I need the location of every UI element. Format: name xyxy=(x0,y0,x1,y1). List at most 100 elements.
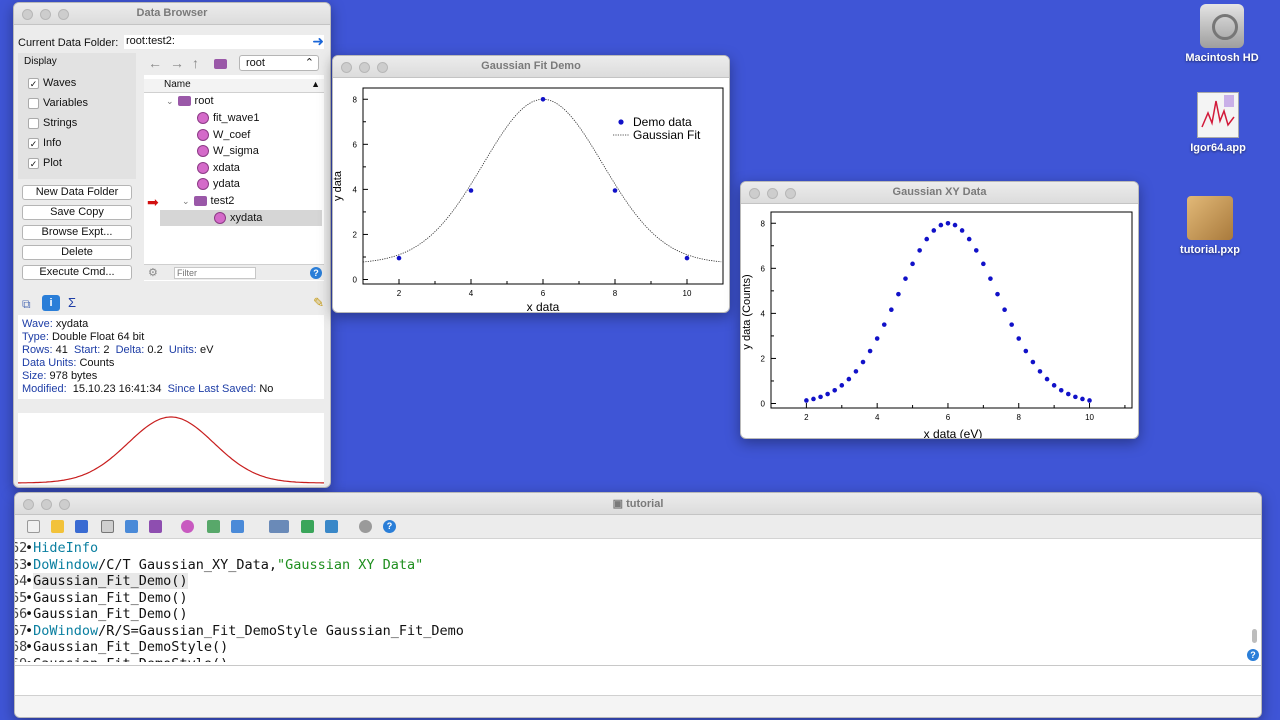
code-text: HideInfo xyxy=(33,540,98,556)
info-checkbox[interactable]: ✓ Info xyxy=(28,137,61,149)
waves-checkbox[interactable]: ✓ Waves xyxy=(28,77,76,89)
sort-up-icon[interactable]: ▲ xyxy=(311,79,320,89)
save-icon[interactable] xyxy=(75,520,88,533)
tree-item-w-sigma[interactable]: W_sigma xyxy=(197,143,259,159)
help-icon[interactable]: ? xyxy=(383,520,396,533)
data-point xyxy=(684,255,690,261)
bullet: • xyxy=(25,540,34,556)
command-line-input[interactable] xyxy=(15,665,1261,695)
data-browser-titlebar[interactable]: Data Browser xyxy=(14,3,330,25)
layout-icon[interactable] xyxy=(207,520,220,533)
print-icon[interactable] xyxy=(101,520,114,533)
browse-expt-button[interactable]: Browse Expt... xyxy=(22,225,132,240)
tree-item-w-coef[interactable]: W_coef xyxy=(197,127,250,143)
plot-checkbox[interactable]: ✓ Plot xyxy=(28,157,62,169)
fit-demo-titlebar[interactable]: Gaussian Fit Demo xyxy=(333,56,729,78)
tree-item-root[interactable]: ⌄ root xyxy=(166,93,214,109)
code-line[interactable]: 64•Gaussian_Fit_Demo() xyxy=(15,573,1251,590)
y-tick-label: 8 xyxy=(761,219,766,228)
pencil-icon[interactable]: ✎ xyxy=(313,295,324,311)
import-icon[interactable] xyxy=(301,520,314,533)
window-icon[interactable] xyxy=(231,520,244,533)
new-document-icon[interactable] xyxy=(27,520,40,533)
filter-bar: ⚙ ? xyxy=(144,264,324,280)
help-icon[interactable]: ? xyxy=(1247,649,1259,661)
x-tick-label: 2 xyxy=(397,289,402,298)
info-tab-icon[interactable]: i xyxy=(42,295,60,311)
variables-checkbox[interactable]: Variables xyxy=(28,97,88,109)
data-point xyxy=(917,248,922,253)
gear-icon[interactable]: ⚙ xyxy=(148,266,158,279)
current-folder-path[interactable]: root:test2: xyxy=(124,35,324,49)
data-point xyxy=(1016,336,1022,341)
code-line[interactable]: 63•DoWindow/C/T Gaussian_XY_Data,"Gaussi… xyxy=(15,557,1251,574)
desktop-icon-igor64[interactable]: Igor64.app xyxy=(1173,92,1263,154)
xy-data-titlebar[interactable]: Gaussian XY Data xyxy=(741,182,1138,204)
checkbox-check-icon: ✓ xyxy=(28,137,39,149)
graph-icon[interactable] xyxy=(149,520,162,533)
code-text: Gaussian_Fit_DemoStyle() xyxy=(33,639,228,655)
history-code-area[interactable]: 62•HideInfo63•DoWindow/C/T Gaussian_XY_D… xyxy=(15,540,1251,662)
execute-cmd-button[interactable]: Execute Cmd... xyxy=(22,265,132,280)
xy-data-plot[interactable]: 2 4 6 8 10 0 2 4 6 8 x data (eV) y data (Counts) xyxy=(741,204,1139,439)
table-icon[interactable] xyxy=(125,520,138,533)
tree-item-xdata[interactable]: xdata xyxy=(197,160,240,176)
code-line[interactable]: 62•HideInfo xyxy=(15,540,1251,557)
copy-icon[interactable]: ⧉ xyxy=(22,297,31,312)
tree-item-fit-wave1[interactable]: fit_wave1 xyxy=(197,110,259,126)
up-arrow-icon[interactable]: ↑ xyxy=(192,55,199,71)
tutorial-titlebar[interactable]: ▣ tutorial xyxy=(15,493,1261,515)
disclosure-open-icon[interactable]: ⌄ xyxy=(182,196,190,207)
fit-demo-plot[interactable]: 2 4 6 8 10 0 2 4 6 8 Demo data Gaussian Fit x dat… xyxy=(333,78,730,313)
gaussian-xy-data-window: Gaussian XY Data 2 4 6 8 10 0 2 4 6 8 x data (eV)… xyxy=(740,181,1139,439)
help-icon[interactable]: ? xyxy=(310,267,322,279)
window-menu-icon[interactable] xyxy=(269,520,289,533)
code-text: DoWindow/R/S=Gaussian_Fit_DemoStyle Gaus… xyxy=(33,623,464,639)
display-panel: Display ✓ Waves Variables Strings ✓ Info ✓… xyxy=(18,53,136,179)
data-point xyxy=(931,228,937,233)
gear-icon[interactable] xyxy=(359,520,372,533)
wave-info-panel: Wave: xydata Type: Double Float 64 bit R… xyxy=(18,315,324,399)
code-rest: Gaussian_Fit_DemoStyle() xyxy=(33,639,229,655)
preview-curve-svg xyxy=(18,416,324,484)
code-line[interactable]: 68•Gaussian_Fit_DemoStyle() xyxy=(15,639,1251,656)
code-line[interactable]: 65•Gaussian_Fit_Demo() xyxy=(15,590,1251,607)
data-point xyxy=(910,261,915,267)
tutorial-window: ▣ tutorial ? 62•HideInfo63•DoWindow/C/T … xyxy=(14,492,1262,718)
data-point xyxy=(1009,322,1014,327)
igor-app-graphic xyxy=(1201,95,1235,128)
open-folder-icon[interactable] xyxy=(51,520,64,533)
wave-icon[interactable] xyxy=(181,520,194,533)
code-line[interactable]: 67•DoWindow/R/S=Gaussian_Fit_DemoStyle G… xyxy=(15,623,1251,640)
folder-icon[interactable] xyxy=(214,59,227,69)
new-data-folder-button[interactable]: New Data Folder xyxy=(22,185,132,200)
back-arrow-icon[interactable]: ← xyxy=(148,55,162,71)
code-line[interactable]: 69•Gaussian_Fit_DemoStyle() xyxy=(15,656,1251,663)
tree-item-test2[interactable]: ⌄ test2 xyxy=(182,193,234,209)
desktop-icon-macintosh-hd[interactable]: Macintosh HD xyxy=(1177,4,1267,64)
code-text: Gaussian_Fit_DemoStyle() xyxy=(33,656,228,663)
bullet: • xyxy=(25,606,34,622)
export-icon[interactable] xyxy=(325,520,338,533)
save-copy-button[interactable]: Save Copy xyxy=(22,205,132,220)
tree-header-name[interactable]: Name ▲ xyxy=(144,79,324,93)
disclosure-open-icon[interactable]: ⌄ xyxy=(166,96,174,107)
tree-item-ydata[interactable]: ydata xyxy=(197,176,240,192)
delete-button[interactable]: Delete xyxy=(22,245,132,260)
line-number: 69 xyxy=(15,656,27,663)
tutorial-toolbar: ? xyxy=(15,515,1261,539)
forward-arrow-icon[interactable]: → xyxy=(170,55,184,71)
strings-checkbox[interactable]: Strings xyxy=(28,117,77,129)
code-rest: /R/S=Gaussian_Fit_DemoStyle Gaussian_Fit… xyxy=(98,622,464,639)
tree-item-xydata[interactable]: xydata xyxy=(214,210,262,226)
vertical-scrollbar[interactable] xyxy=(1252,629,1257,643)
code-line[interactable]: 66•Gaussian_Fit_Demo() xyxy=(15,606,1251,623)
folder-select[interactable]: root ⌃ xyxy=(239,55,319,71)
wave-icon xyxy=(197,178,209,190)
desktop-icon-tutorial-pxp[interactable]: tutorial.pxp xyxy=(1165,196,1255,256)
filter-input[interactable] xyxy=(174,267,256,279)
go-arrow-icon[interactable]: ➜ xyxy=(312,33,324,50)
sigma-tab-icon[interactable]: Σ xyxy=(68,295,76,310)
x-tick-label: 4 xyxy=(469,289,474,298)
bullet: • xyxy=(25,589,34,606)
